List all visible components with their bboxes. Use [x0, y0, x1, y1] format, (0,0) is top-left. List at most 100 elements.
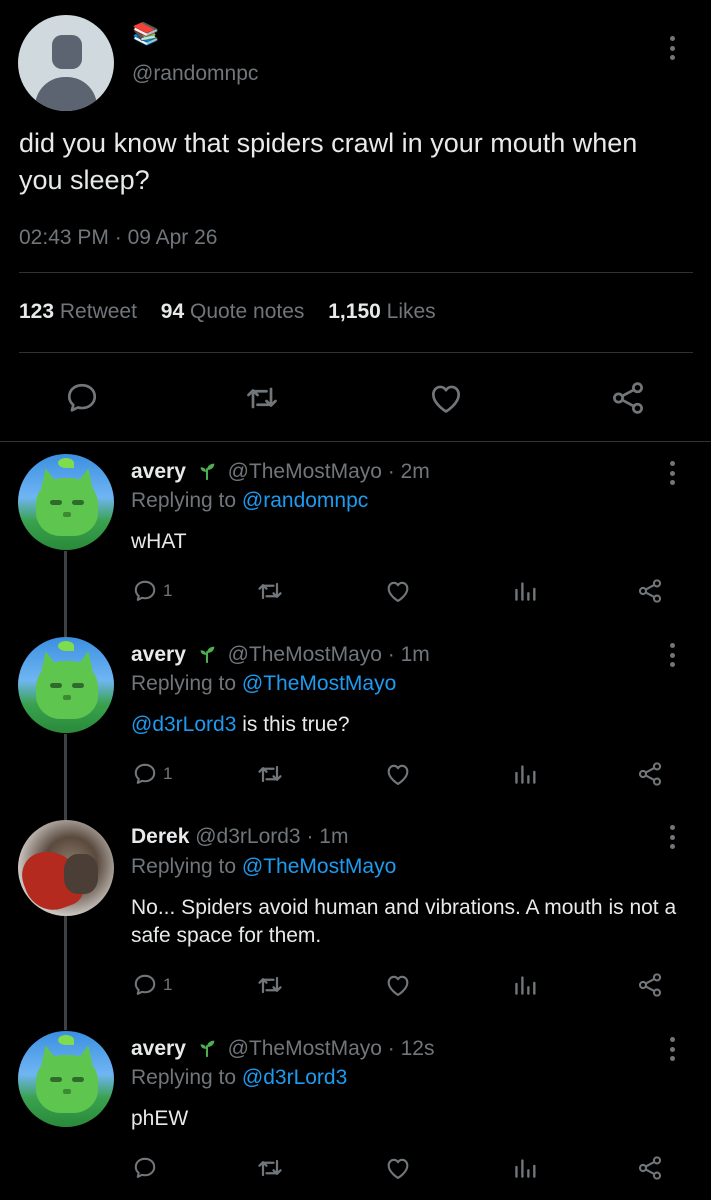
- avatar[interactable]: [18, 1031, 114, 1127]
- avatar[interactable]: [18, 820, 114, 916]
- reply-icon: [134, 580, 156, 601]
- reply-body: No... Spiders avoid human and vibrations…: [131, 896, 677, 947]
- share-icon[interactable]: [608, 378, 648, 418]
- reply-count: 1: [163, 975, 173, 994]
- sprout-icon: [200, 1040, 215, 1058]
- quote-stat[interactable]: 94 Quote notes: [161, 300, 305, 323]
- retweet-count: 123: [19, 300, 55, 323]
- likes-stat[interactable]: 1,150 Likes: [328, 300, 435, 323]
- mention-link[interactable]: @d3rLord3: [131, 713, 236, 736]
- reply-button[interactable]: 1: [132, 759, 172, 789]
- thread-line: [64, 734, 67, 820]
- like-icon[interactable]: [384, 970, 412, 1000]
- retweet-label: Retweet: [59, 300, 137, 323]
- author-handle[interactable]: @randomnpc: [132, 62, 258, 86]
- thread-line: [64, 551, 67, 637]
- retweet-icon[interactable]: [256, 1153, 284, 1183]
- likes-label: Likes: [386, 300, 436, 323]
- tweet-time: 02:43 PM: [19, 226, 109, 249]
- reply-text: phEW: [131, 1105, 691, 1133]
- replying-to: Replying to @TheMostMayo: [131, 855, 396, 879]
- sprout-icon: [200, 463, 215, 481]
- user-handle: @TheMostMayo: [227, 643, 382, 666]
- reply-body: phEW: [131, 1107, 189, 1130]
- reply-author[interactable]: avery @TheMostMayo · 12s: [131, 1036, 434, 1061]
- like-icon[interactable]: [384, 576, 412, 606]
- replying-to-link[interactable]: @randomnpc: [242, 489, 368, 512]
- display-name: avery: [131, 643, 186, 666]
- main-tweet: 📚 @randomnpc did you know that spiders c…: [0, 0, 711, 442]
- reply-text: @d3rLord3 is this true?: [131, 711, 691, 739]
- analytics-icon[interactable]: [512, 759, 538, 789]
- reply-author[interactable]: avery @TheMostMayo · 2m: [131, 459, 430, 484]
- reply-icon: [134, 1157, 156, 1178]
- reply-body: is this true?: [236, 713, 350, 736]
- replying-to: Replying to @randomnpc: [131, 489, 368, 513]
- tweet-text: did you know that spiders crawl in your …: [19, 128, 638, 195]
- analytics-icon[interactable]: [512, 576, 538, 606]
- like-count: 1,150: [328, 300, 381, 323]
- sprout-icon: [200, 646, 215, 664]
- retweet-stat[interactable]: 123 Retweet: [19, 300, 137, 323]
- share-icon[interactable]: [636, 1153, 664, 1183]
- divider: [19, 352, 693, 353]
- like-icon[interactable]: [426, 378, 466, 418]
- replying-to: Replying to @d3rLord3: [131, 1066, 347, 1090]
- user-handle: @TheMostMayo: [227, 1037, 382, 1060]
- more-options-icon[interactable]: [662, 822, 682, 852]
- reply-text: No... Spiders avoid human and vibrations…: [131, 894, 691, 950]
- reply-body: wHAT: [131, 530, 187, 553]
- display-name: avery: [131, 1037, 186, 1060]
- retweet-icon[interactable]: [256, 970, 284, 1000]
- like-icon[interactable]: [384, 1153, 412, 1183]
- reply-text: wHAT: [131, 528, 691, 556]
- reply-author[interactable]: Derek @d3rLord3 · 1m: [131, 825, 348, 849]
- replying-to-link[interactable]: @TheMostMayo: [242, 855, 396, 878]
- reply-author[interactable]: avery @TheMostMayo · 1m: [131, 642, 430, 667]
- retweet-icon[interactable]: [242, 378, 282, 418]
- engagement-stats: 123 Retweet 94 Quote notes 1,150 Likes: [19, 300, 436, 324]
- reply-icon[interactable]: [62, 378, 102, 418]
- reply-count: 1: [163, 581, 173, 600]
- reply-time: · 2m: [387, 460, 430, 483]
- like-icon[interactable]: [384, 759, 412, 789]
- avatar[interactable]: [18, 454, 114, 550]
- reply-icon: [134, 974, 156, 995]
- analytics-icon[interactable]: [512, 1153, 538, 1183]
- thread-line: [64, 916, 67, 1030]
- share-icon[interactable]: [636, 970, 664, 1000]
- display-name: avery: [131, 460, 186, 483]
- books-emoji: 📚: [132, 21, 160, 46]
- more-options-icon[interactable]: [662, 458, 682, 488]
- replying-to-label: Replying to: [131, 1066, 237, 1089]
- replying-to-link[interactable]: @TheMostMayo: [242, 672, 396, 695]
- analytics-icon[interactable]: [512, 970, 538, 1000]
- reply-time: · 12s: [387, 1037, 435, 1060]
- share-icon[interactable]: [636, 759, 664, 789]
- user-handle: @TheMostMayo: [227, 460, 382, 483]
- tweet-timestamp: 02:43 PM · 09 Apr 26: [19, 226, 217, 250]
- reply-button[interactable]: 1: [132, 970, 172, 1000]
- more-options-icon[interactable]: [662, 640, 682, 670]
- share-icon[interactable]: [636, 576, 664, 606]
- reply-count: 1: [163, 764, 173, 783]
- reply-button[interactable]: [132, 1153, 163, 1183]
- replying-to-link[interactable]: @d3rLord3: [242, 1066, 347, 1089]
- avatar[interactable]: [18, 637, 114, 733]
- replying-to-label: Replying to: [131, 489, 237, 512]
- replying-to-label: Replying to: [131, 672, 237, 695]
- reply-time: · 1m: [306, 825, 349, 848]
- reply-button[interactable]: 1: [132, 576, 172, 606]
- quote-label: Quote notes: [189, 300, 305, 323]
- divider: [0, 441, 711, 442]
- retweet-icon[interactable]: [256, 759, 284, 789]
- date-separator: ·: [114, 226, 122, 249]
- avatar[interactable]: [18, 15, 114, 111]
- quote-count: 94: [160, 300, 185, 323]
- default-avatar-head: [52, 35, 82, 69]
- reply-time: · 1m: [387, 643, 430, 666]
- more-options-icon[interactable]: [662, 33, 682, 63]
- default-avatar-body: [35, 77, 97, 111]
- retweet-icon[interactable]: [256, 576, 284, 606]
- more-options-icon[interactable]: [662, 1034, 682, 1064]
